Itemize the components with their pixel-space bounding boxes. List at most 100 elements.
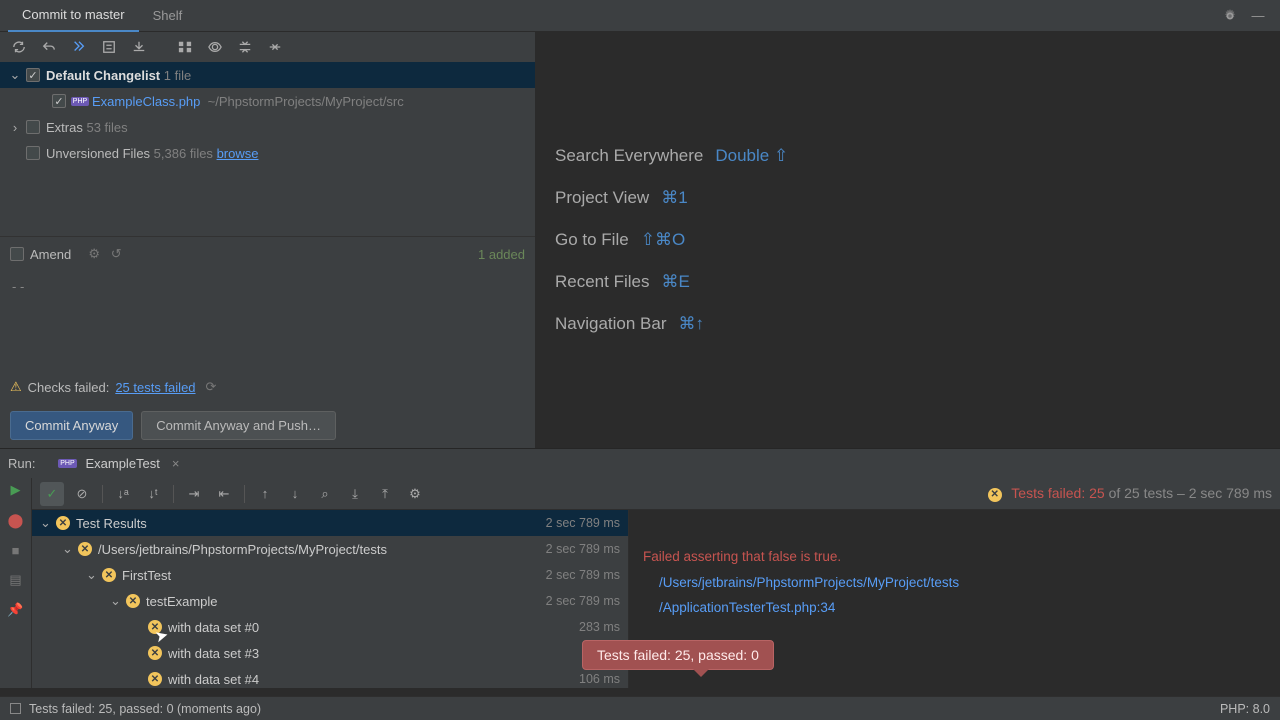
file-row[interactable]: PHP ExampleClass.php ~/PhpstormProjects/… — [0, 88, 535, 114]
expand-icon[interactable] — [234, 36, 256, 58]
search-icon[interactable]: ⌕ — [313, 482, 337, 506]
hint-project: Project View — [555, 188, 649, 208]
gear-icon[interactable] — [1220, 6, 1240, 26]
shelve-icon[interactable] — [128, 36, 150, 58]
run-config-name: ExampleTest — [85, 456, 159, 471]
added-count: 1 added — [478, 247, 525, 262]
checkbox[interactable] — [26, 120, 40, 134]
unversioned-label: Unversioned Files — [46, 146, 150, 161]
import-icon[interactable]: ⤓ — [343, 482, 367, 506]
changelist-icon[interactable] — [98, 36, 120, 58]
unversioned-row[interactable]: Unversioned Files 5,386 files browse — [0, 140, 535, 166]
status-message: Tests failed: 25, passed: 0 (moments ago… — [29, 702, 261, 716]
tree-dataset[interactable]: ✕ with data set #0 283 ms — [32, 614, 628, 640]
php-version[interactable]: PHP: 8.0 — [1220, 702, 1270, 716]
refresh-icon[interactable] — [8, 36, 30, 58]
changelist-extras[interactable]: › Extras 53 files — [0, 114, 535, 140]
extras-label: Extras — [46, 120, 83, 135]
close-icon[interactable]: × — [172, 456, 180, 471]
commit-anyway-button[interactable]: Commit Anyway — [10, 411, 133, 440]
collapse-all-icon[interactable]: ⇤ — [212, 482, 236, 506]
shortcut: Double ⇧ — [715, 146, 788, 166]
hint-search: Search Everywhere — [555, 146, 703, 166]
chevron-down-icon[interactable]: ⌄ — [86, 567, 98, 583]
file-count: 53 files — [86, 120, 127, 135]
tree-path[interactable]: ⌄ ✕ /Users/jetbrains/PhpstormProjects/My… — [32, 536, 628, 562]
commit-push-button[interactable]: Commit Anyway and Push… — [141, 411, 336, 440]
amend-label: Amend — [30, 247, 71, 262]
checkbox[interactable] — [26, 146, 40, 160]
fail-icon: ✕ — [988, 488, 1002, 502]
tree-class[interactable]: ⌄ ✕ FirstTest 2 sec 789 ms — [32, 562, 628, 588]
next-fail-icon[interactable]: ↓ — [283, 482, 307, 506]
shortcut: ⌘E — [661, 272, 689, 292]
sort-alpha-icon[interactable]: ↓ᵃ — [111, 482, 135, 506]
chevron-down-icon[interactable]: ⌄ — [8, 67, 22, 83]
diff-icon[interactable] — [68, 36, 90, 58]
chevron-down-icon[interactable]: ⌄ — [40, 515, 52, 531]
prev-fail-icon[interactable]: ↑ — [253, 482, 277, 506]
test-summary: ✕ Tests failed: 25 of 25 tests – 2 sec 7… — [988, 485, 1272, 501]
tab-commit[interactable]: Commit to master — [8, 0, 139, 32]
shortcut: ⇧⌘O — [641, 230, 685, 250]
editor-placeholder: Search EverywhereDouble ⇧ Project View⌘1… — [535, 32, 1280, 448]
debug-icon[interactable]: ⬤ — [8, 512, 24, 529]
fail-icon: ✕ — [148, 620, 162, 634]
tab-shelf[interactable]: Shelf — [139, 0, 197, 32]
failed-tests-link[interactable]: 25 tests failed — [115, 380, 195, 395]
file-count: 5,386 files — [154, 146, 213, 161]
collapse-icon[interactable] — [264, 36, 286, 58]
sort-duration-icon[interactable]: ↓ᵗ — [141, 482, 165, 506]
tree-method[interactable]: ⌄ ✕ testExample 2 sec 789 ms — [32, 588, 628, 614]
hint-goto: Go to File — [555, 230, 629, 250]
hint-navbar: Navigation Bar — [555, 314, 667, 334]
amend-checkbox[interactable] — [10, 247, 24, 261]
tree-dataset[interactable]: ✕ with data set #4 106 ms — [32, 666, 628, 688]
expand-all-icon[interactable]: ⇥ — [182, 482, 206, 506]
chevron-down-icon[interactable]: ⌄ — [110, 593, 122, 609]
stop-icon[interactable]: ■ — [12, 543, 20, 558]
refresh-icon[interactable]: ⟳ — [206, 379, 217, 395]
preview-icon[interactable] — [204, 36, 226, 58]
commit-message-input[interactable]: - - — [0, 271, 535, 371]
stack-path[interactable]: /ApplicationTesterTest.php:34 — [643, 595, 1266, 621]
gear-icon[interactable]: ⚙ — [83, 243, 105, 265]
hint-recent: Recent Files — [555, 272, 649, 292]
error-message: Failed asserting that false is true. — [643, 544, 1266, 570]
warning-icon: ⚠ — [10, 379, 22, 395]
minimize-icon[interactable]: — — [1248, 6, 1268, 26]
settings-icon[interactable]: ⚙ — [403, 482, 427, 506]
group-icon[interactable] — [174, 36, 196, 58]
browse-link[interactable]: browse — [217, 146, 259, 161]
stack-path[interactable]: /Users/jetbrains/PhpstormProjects/MyProj… — [643, 570, 1266, 596]
file-name: ExampleClass.php — [92, 94, 200, 109]
fail-icon: ✕ — [126, 594, 140, 608]
shortcut: ⌘↑ — [679, 314, 705, 334]
fail-icon: ✕ — [148, 646, 162, 660]
history-icon[interactable]: ↺ — [105, 243, 127, 265]
php-file-icon: PHP — [59, 456, 75, 472]
file-count: 1 file — [164, 68, 191, 83]
tree-root[interactable]: ⌄ ✕ Test Results 2 sec 789 ms — [32, 510, 628, 536]
changelist-name: Default Changelist — [46, 68, 160, 83]
toolwindow-icon[interactable] — [10, 703, 21, 714]
checkbox[interactable] — [52, 94, 66, 108]
run-label: Run: — [8, 456, 35, 471]
file-path: ~/PhpstormProjects/MyProject/src — [208, 94, 404, 109]
chevron-down-icon[interactable]: ⌄ — [62, 541, 74, 557]
tree-dataset[interactable]: ✕ with data set #3 — [32, 640, 628, 666]
show-ignored-icon[interactable]: ⊘ — [70, 482, 94, 506]
show-passed-icon[interactable]: ✓ — [40, 482, 64, 506]
changelist-default[interactable]: ⌄ Default Changelist 1 file — [0, 62, 535, 88]
layout-icon[interactable]: ▤ — [9, 572, 21, 588]
fail-icon: ✕ — [78, 542, 92, 556]
export-icon[interactable]: ⤒ — [373, 482, 397, 506]
run-icon[interactable]: ▶ — [11, 482, 21, 498]
run-gutter: ▶ ⬤ ■ ▤ 📌 — [0, 478, 32, 688]
checkbox[interactable] — [26, 68, 40, 82]
test-tree: ⌄ ✕ Test Results 2 sec 789 ms ⌄ ✕ /Users… — [32, 510, 628, 688]
fail-icon: ✕ — [102, 568, 116, 582]
rollback-icon[interactable] — [38, 36, 60, 58]
pin-icon[interactable]: 📌 — [7, 602, 23, 618]
chevron-right-icon[interactable]: › — [8, 120, 22, 135]
